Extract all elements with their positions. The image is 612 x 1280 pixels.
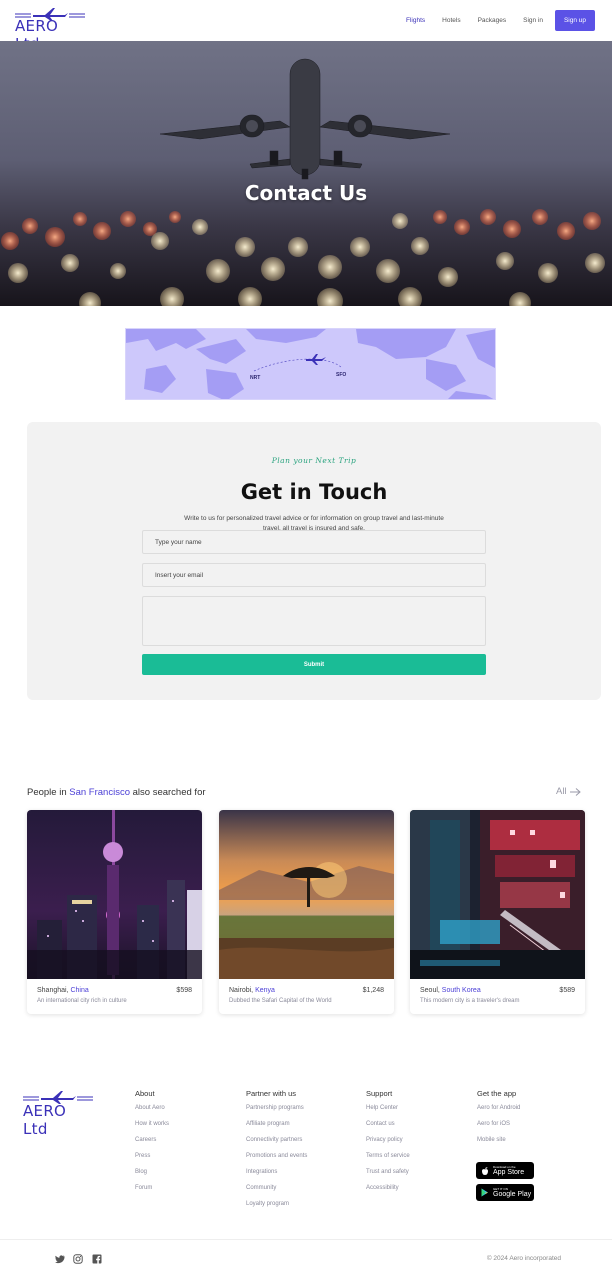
footer-link[interactable]: About Aero	[135, 1105, 169, 1111]
footer-link[interactable]: Forum	[135, 1185, 169, 1191]
card-place: Seoul, South Korea	[420, 987, 481, 994]
footer-link[interactable]: Press	[135, 1153, 169, 1159]
footer-column-about: About About Aero How it works Careers Pr…	[135, 1089, 169, 1201]
google-play-label: Google Play	[493, 1190, 532, 1198]
hero-banner: Contact Us	[0, 41, 612, 306]
footer-link[interactable]: Integrations	[246, 1169, 307, 1175]
searched-heading: People in San Francisco also searched fo…	[27, 787, 206, 798]
searched-suffix: also searched for	[130, 787, 206, 798]
footer-heading: Partner with us	[246, 1089, 297, 1098]
instagram-icon[interactable]	[73, 1254, 83, 1264]
searched-prefix: People in	[27, 787, 70, 798]
view-all-label: All	[556, 786, 567, 797]
footer-heading: About	[135, 1089, 155, 1098]
footer-link[interactable]: Loyalty program	[246, 1201, 307, 1207]
card-city: Seoul,	[420, 987, 442, 994]
app-store-label: App Store	[493, 1168, 525, 1176]
copyright-text: © 2024 Aero incorporated	[486, 1255, 561, 1262]
top-navbar: AERO Ltd Flights Hotels Packages Sign in…	[0, 0, 612, 53]
google-play-badge[interactable]: GET IT ON Google Play	[476, 1184, 534, 1201]
footer-link[interactable]: Help Center	[366, 1105, 410, 1111]
nav-hotels[interactable]: Hotels	[442, 17, 460, 24]
searched-city[interactable]: San Francisco	[69, 787, 130, 798]
facebook-icon[interactable]	[92, 1254, 102, 1264]
footer-link[interactable]: Trust and safety	[366, 1169, 410, 1175]
footer-link[interactable]: Contact us	[366, 1121, 410, 1127]
footer-column-partner: Partner with us Partnership programs Aff…	[246, 1089, 307, 1217]
view-all-link[interactable]: All	[556, 786, 581, 797]
card-country: China	[70, 987, 89, 994]
card-city: Nairobi,	[229, 987, 256, 994]
destination-card[interactable]: Nairobi, Kenya $1,248 Dubbed the Safari …	[219, 810, 394, 1014]
footer-divider	[0, 1239, 612, 1240]
footer-link[interactable]: Accessibility	[366, 1185, 410, 1191]
card-description: An international city rich in culture	[37, 998, 127, 1004]
footer-link[interactable]: Privacy policy	[366, 1137, 410, 1143]
footer-link[interactable]: Connectivity partners	[246, 1137, 307, 1143]
shanghai-image	[27, 810, 202, 979]
footer-link[interactable]: Terms of service	[366, 1153, 410, 1159]
tagline: Plan your Next Trip	[271, 456, 357, 465]
footer-link[interactable]: Promotions and events	[246, 1153, 307, 1159]
destination-card[interactable]: Seoul, South Korea $589 This modern city…	[410, 810, 585, 1014]
name-input[interactable]: Type your name	[142, 530, 486, 554]
world-map-image: NRT SFO	[126, 329, 495, 399]
submit-button[interactable]: Submit	[142, 654, 486, 675]
map-destination-label: SFO	[336, 372, 346, 378]
apple-icon	[482, 1166, 488, 1175]
message-textarea[interactable]	[142, 596, 486, 646]
footer-column-app: Get the app Aero for Android Aero for iO…	[477, 1089, 520, 1153]
footer-link[interactable]: Careers	[135, 1137, 169, 1143]
form-title: Get in Touch	[240, 480, 388, 504]
card-price: $589	[559, 987, 575, 994]
form-description: Write to us for personalized travel advi…	[184, 515, 444, 530]
email-input[interactable]: Insert your email	[142, 563, 486, 587]
card-description: Dubbed the Safari Capital of the World	[229, 998, 332, 1004]
card-country: Kenya	[255, 987, 275, 994]
footer-link[interactable]: Community	[246, 1185, 307, 1191]
destination-card[interactable]: Shanghai, China $598 An international ci…	[27, 810, 202, 1014]
footer-link[interactable]: Mobile site	[477, 1137, 520, 1143]
nav-packages[interactable]: Packages	[478, 17, 507, 24]
footer-link[interactable]: Partnership programs	[246, 1105, 307, 1111]
footer-logo[interactable]: AERO Ltd	[23, 1088, 95, 1138]
sign-up-button[interactable]: Sign up	[555, 10, 595, 31]
page-title: Contact Us	[244, 181, 368, 205]
google-play-icon	[481, 1188, 488, 1197]
app-store-badge[interactable]: Download on the App Store	[476, 1162, 534, 1179]
footer-link[interactable]: How it works	[135, 1121, 169, 1127]
nav-sign-in[interactable]: Sign in	[523, 17, 543, 24]
footer-link[interactable]: Aero for iOS	[477, 1121, 520, 1127]
footer-heading: Get the app	[477, 1089, 517, 1098]
footer-heading: Support	[366, 1089, 393, 1098]
card-price: $598	[176, 987, 192, 994]
footer-column-support: Support Help Center Contact us Privacy p…	[366, 1089, 410, 1201]
seoul-image	[410, 810, 585, 979]
contact-form-card: Plan your Next Trip Get in Touch Write t…	[27, 422, 601, 700]
footer-link[interactable]: Affiliate program	[246, 1121, 307, 1127]
card-price: $1,248	[362, 987, 384, 994]
card-description: This modern city is a traveler's dream	[420, 998, 520, 1004]
route-map: NRT SFO	[125, 328, 496, 400]
card-place: Nairobi, Kenya	[229, 987, 275, 994]
footer-brand-name: AERO Ltd	[23, 1102, 67, 1138]
map-origin-label: NRT	[250, 375, 260, 381]
nairobi-image	[219, 810, 394, 979]
twitter-icon[interactable]	[55, 1254, 65, 1264]
card-city: Shanghai,	[37, 987, 71, 994]
footer-link[interactable]: Blog	[135, 1169, 169, 1175]
card-country: South Korea	[441, 987, 481, 994]
brand-logo[interactable]: AERO Ltd	[15, 5, 87, 53]
airplane-bokeh-image	[0, 41, 612, 306]
arrow-right-icon	[569, 787, 581, 796]
card-place: Shanghai, China	[37, 987, 89, 994]
footer-link[interactable]: Aero for Android	[477, 1105, 520, 1111]
nav-flights[interactable]: Flights	[406, 17, 425, 24]
